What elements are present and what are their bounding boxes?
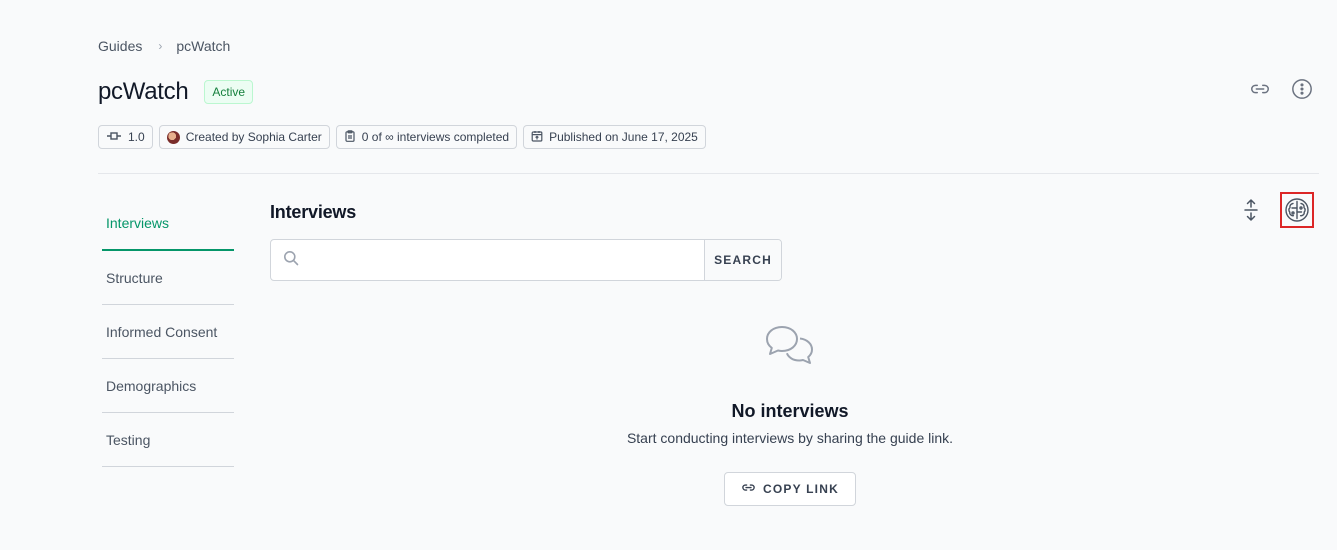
side-nav: Interviews Structure Informed Consent De… xyxy=(102,197,234,467)
creator-chip: Created by Sophia Carter xyxy=(158,125,330,149)
nav-item-testing[interactable]: Testing xyxy=(102,413,234,467)
page-title: pcWatch xyxy=(98,78,189,105)
search-icon xyxy=(283,250,299,271)
header-actions xyxy=(1249,78,1313,100)
status-badge: Active xyxy=(204,80,254,104)
calendar-icon xyxy=(531,130,543,145)
creator-label: Created by Sophia Carter xyxy=(185,130,322,144)
nav-item-structure[interactable]: Structure xyxy=(102,251,234,305)
search-button[interactable]: SEARCH xyxy=(704,240,781,280)
nav-item-interviews[interactable]: Interviews xyxy=(102,197,234,251)
empty-state: No interviews Start conducting interview… xyxy=(580,320,1000,506)
search-bar: SEARCH xyxy=(270,239,782,281)
more-options-icon[interactable] xyxy=(1291,78,1313,100)
published-chip: Published on June 17, 2025 xyxy=(523,125,706,149)
version-label: 1.0 xyxy=(128,130,145,144)
avatar xyxy=(166,130,180,144)
ai-brain-icon[interactable] xyxy=(1280,192,1314,228)
breadcrumb-guides[interactable]: Guides xyxy=(98,38,142,54)
empty-title: No interviews xyxy=(731,401,849,421)
breadcrumb: Guides › pcWatch xyxy=(98,38,230,54)
meta-row: 1.0 Created by Sophia Carter 0 of ∞ inte… xyxy=(98,125,706,149)
chat-bubbles-icon xyxy=(764,324,816,371)
expand-collapse-icon[interactable] xyxy=(1236,192,1266,228)
title-row: pcWatch Active xyxy=(98,78,254,106)
clipboard-icon xyxy=(344,129,356,145)
link-icon xyxy=(741,480,756,498)
version-icon xyxy=(106,130,122,144)
breadcrumb-separator: › xyxy=(158,39,163,53)
copy-link-label: COPY LINK xyxy=(763,482,839,496)
interviews-count-label: 0 of ∞ interviews completed xyxy=(361,130,510,144)
interviews-count-chip: 0 of ∞ interviews completed xyxy=(335,125,518,149)
section-actions xyxy=(1236,192,1314,228)
breadcrumb-current: pcWatch xyxy=(176,38,231,54)
nav-item-demographics[interactable]: Demographics xyxy=(102,359,234,413)
search-input[interactable] xyxy=(307,252,704,268)
link-icon[interactable] xyxy=(1249,78,1271,100)
copy-link-button[interactable]: COPY LINK xyxy=(724,472,856,506)
empty-description: Start conducting interviews by sharing t… xyxy=(626,430,954,446)
published-label: Published on June 17, 2025 xyxy=(549,130,698,144)
version-chip: 1.0 xyxy=(98,125,153,149)
section-title: Interviews xyxy=(270,202,357,222)
search-field xyxy=(271,240,704,280)
nav-item-informed-consent[interactable]: Informed Consent xyxy=(102,305,234,359)
header-divider xyxy=(98,173,1319,174)
